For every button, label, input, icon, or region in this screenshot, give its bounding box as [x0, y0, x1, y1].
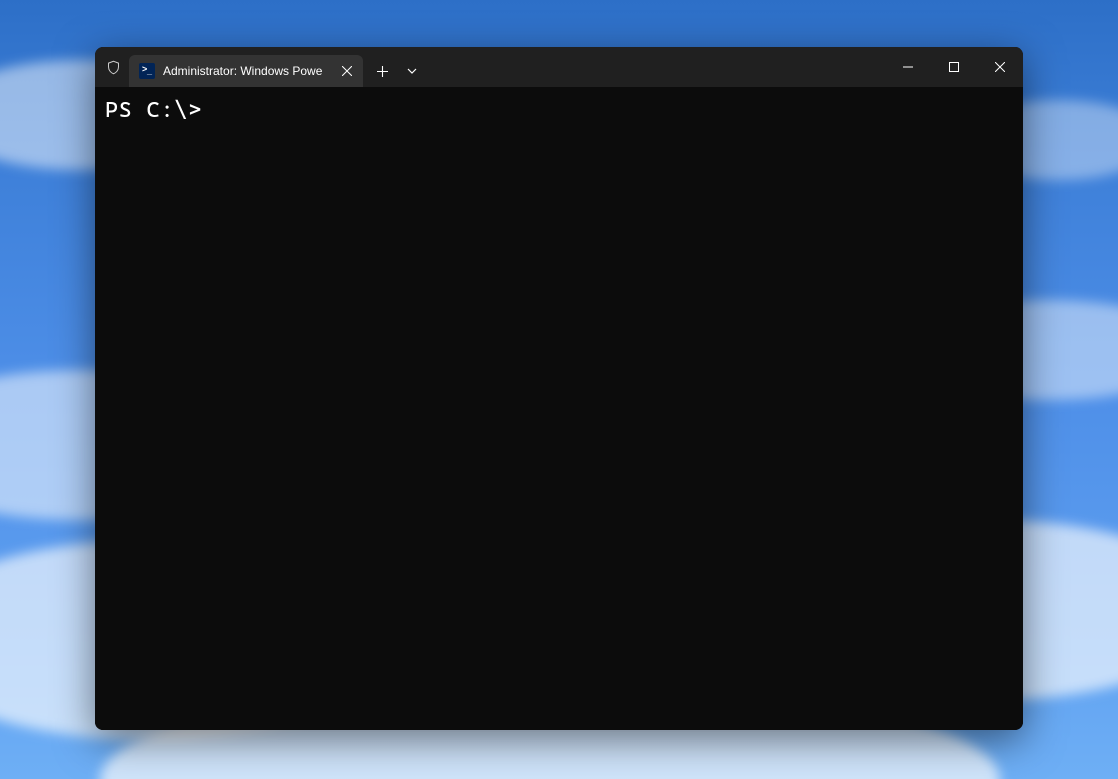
powershell-icon	[139, 63, 155, 79]
tab-dropdown-button[interactable]	[397, 55, 427, 87]
titlebar-drag-area[interactable]	[427, 47, 885, 87]
prompt-text: PS C:\>	[105, 98, 216, 123]
tab-powershell[interactable]: Administrator: Windows Powe	[129, 55, 363, 87]
admin-shield-area	[95, 47, 129, 87]
tab-title: Administrator: Windows Powe	[163, 64, 331, 78]
tab-close-button[interactable]	[339, 63, 355, 79]
maximize-button[interactable]	[931, 47, 977, 87]
shield-icon	[105, 59, 121, 75]
new-tab-button[interactable]	[367, 55, 397, 87]
minimize-button[interactable]	[885, 47, 931, 87]
titlebar[interactable]: Administrator: Windows Powe	[95, 47, 1023, 87]
close-button[interactable]	[977, 47, 1023, 87]
terminal-window: Administrator: Windows Powe	[95, 47, 1023, 730]
tab-actions	[363, 47, 427, 87]
window-controls	[885, 47, 1023, 87]
cursor	[216, 99, 228, 123]
terminal-body[interactable]: PS C:\>	[95, 87, 1023, 730]
